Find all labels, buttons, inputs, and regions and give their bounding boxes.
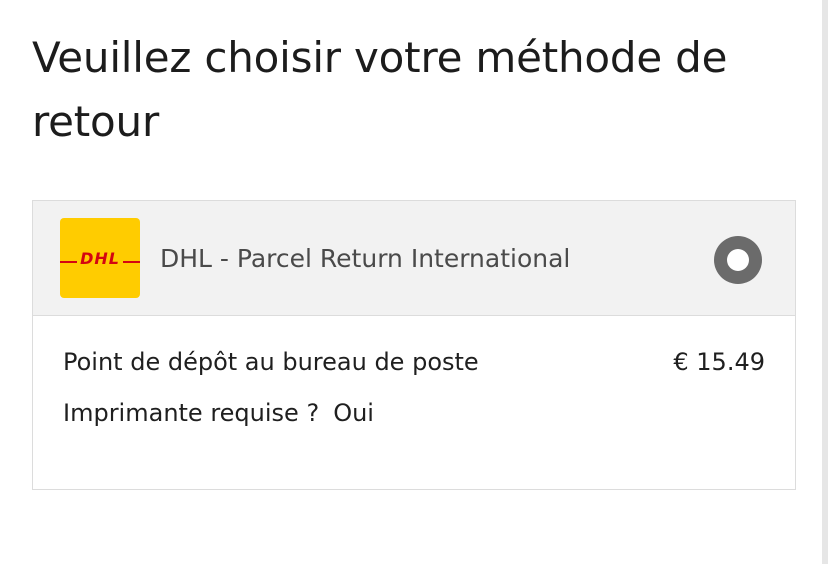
page-title: Veuillez choisir votre méthode de retour	[32, 33, 728, 146]
dropoff-row: Point de dépôt au bureau de poste € 15.4…	[63, 348, 765, 376]
method-price: € 15.49	[673, 348, 765, 376]
return-method-page: Veuillez choisir votre méthode de retour…	[0, 0, 828, 564]
printer-row: Imprimante requise ? Oui	[63, 399, 765, 427]
dropoff-label: Point de dépôt au bureau de poste	[63, 348, 479, 376]
return-method-option-dhl[interactable]: DHL DHL - Parcel Return International	[33, 201, 795, 316]
printer-value: Oui	[333, 399, 374, 427]
printer-label: Imprimante requise ?	[63, 399, 320, 427]
return-method-card[interactable]: DHL DHL - Parcel Return International Po…	[32, 200, 796, 490]
carrier-name: DHL - Parcel Return International	[160, 243, 571, 273]
scrollbar-track[interactable]	[822, 0, 828, 564]
select-method-radio[interactable]	[714, 236, 762, 284]
method-details: Point de dépôt au bureau de poste € 15.4…	[33, 348, 795, 427]
logo-wordmark: DHL	[77, 248, 123, 268]
radio-inner	[727, 249, 749, 271]
printer-info: Imprimante requise ? Oui	[63, 399, 374, 427]
dhl-logo-icon: DHL	[60, 218, 140, 298]
